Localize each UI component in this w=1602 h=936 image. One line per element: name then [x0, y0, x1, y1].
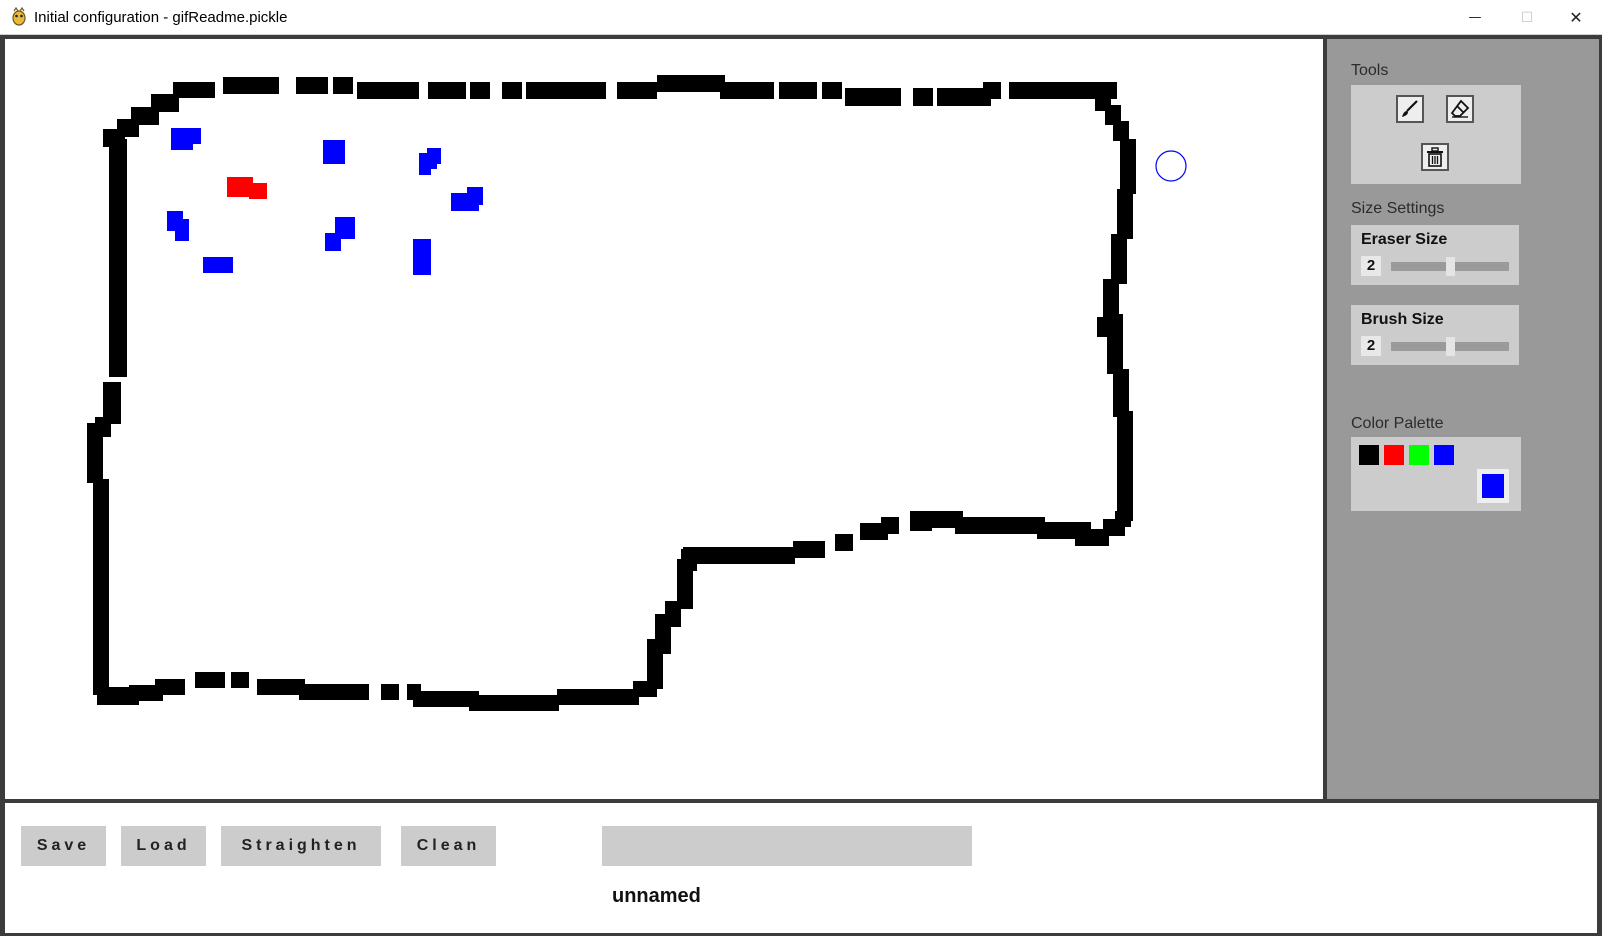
- maximize-button[interactable]: ☐: [1501, 0, 1553, 35]
- close-button[interactable]: ✕: [1550, 0, 1602, 35]
- clear-canvas-button[interactable]: [1421, 143, 1449, 171]
- brush-size-label: Brush Size: [1361, 311, 1444, 328]
- app-icon: [12, 7, 26, 26]
- eraser-size-value: 2: [1361, 256, 1381, 276]
- eraser-size-thumb[interactable]: [1445, 257, 1455, 276]
- trash-icon: [1427, 147, 1443, 167]
- close-icon: ✕: [1569, 8, 1583, 27]
- swatch-green[interactable]: [1409, 445, 1429, 465]
- brush-cursor: [1155, 150, 1187, 182]
- tools-title: Tools: [1351, 62, 1389, 79]
- load-button[interactable]: Load: [121, 826, 206, 866]
- color-palette-box: [1351, 437, 1521, 511]
- window-title: Initial configuration - gifReadme.pickle: [34, 9, 288, 26]
- cones: [167, 128, 483, 275]
- eraser-button[interactable]: [1446, 95, 1474, 123]
- save-button[interactable]: Save: [21, 826, 106, 866]
- drawing-canvas[interactable]: [5, 39, 1323, 799]
- brush-size-slider[interactable]: [1391, 337, 1509, 356]
- eraser-size-label: Eraser Size: [1361, 231, 1448, 248]
- brush-size-thumb[interactable]: [1445, 337, 1455, 356]
- brush-icon: [1402, 100, 1418, 117]
- swatch-red[interactable]: [1384, 445, 1404, 465]
- maximize-icon: ☐: [1520, 9, 1534, 26]
- tool-panel: Tools Size Settings Eraser Size 2 Brush …: [1327, 39, 1599, 799]
- filename-label: unnamed: [612, 885, 701, 907]
- filename-input[interactable]: [602, 826, 972, 866]
- tools-box: [1351, 85, 1521, 184]
- title-bar: Initial configuration - gifReadme.pickle…: [0, 0, 1602, 35]
- selected-color-swatch: [1482, 474, 1504, 498]
- color-palette-title: Color Palette: [1351, 415, 1444, 432]
- brush-size-box: Brush Size 2: [1351, 305, 1519, 365]
- straighten-button[interactable]: Straighten: [221, 826, 381, 866]
- minimize-button[interactable]: —: [1449, 0, 1501, 35]
- track-drawing: [87, 75, 1187, 711]
- eraser-size-slider[interactable]: [1391, 257, 1509, 276]
- clean-button[interactable]: Clean: [401, 826, 496, 866]
- track-outline: [87, 75, 1136, 711]
- swatch-black[interactable]: [1359, 445, 1379, 465]
- bottom-toolbar: Save Load Straighten Clean unnamed: [5, 803, 1597, 933]
- eraser-icon: [1450, 99, 1470, 118]
- eraser-size-box: Eraser Size 2: [1351, 225, 1519, 285]
- selected-color-indicator: [1477, 469, 1509, 503]
- brush-button[interactable]: [1396, 95, 1424, 123]
- swatch-blue[interactable]: [1434, 445, 1454, 465]
- size-settings-title: Size Settings: [1351, 200, 1445, 217]
- brush-size-value: 2: [1361, 336, 1381, 356]
- minimize-icon: —: [1468, 10, 1482, 25]
